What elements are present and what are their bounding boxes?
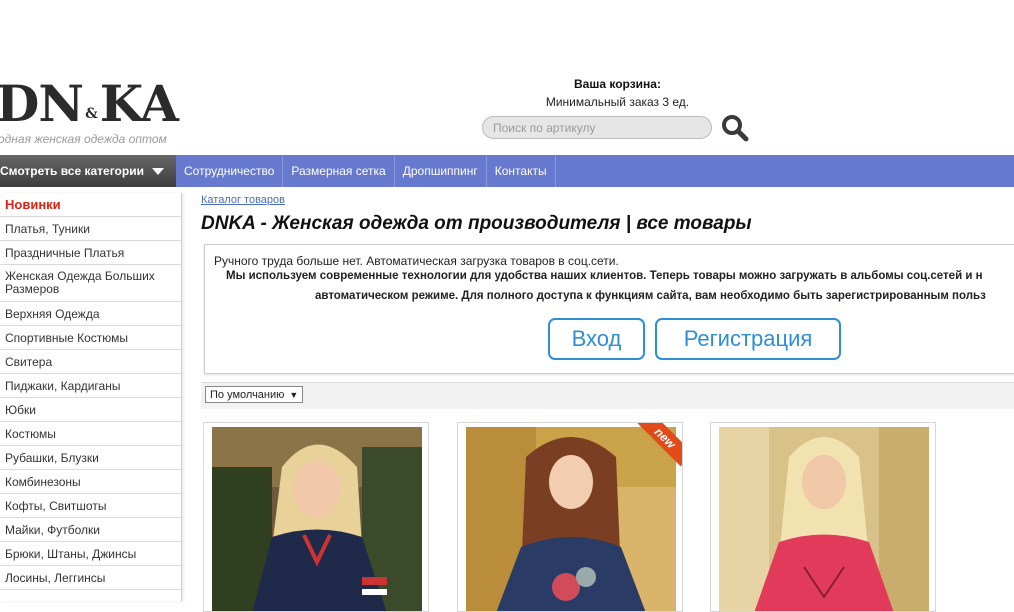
notice-line-3: автоматическом режиме. Для полного досту… <box>315 290 986 302</box>
site-logo[interactable]: DN &KA одная женская одежда оптом <box>0 76 180 146</box>
notice-line-2: Мы используем современные технологии для… <box>226 270 983 282</box>
sort-select[interactable]: По умолчанию ▼ <box>205 386 304 403</box>
logo-tagline: одная женская одежда оптом <box>0 132 167 146</box>
cart-title[interactable]: Ваша корзина: <box>540 77 695 91</box>
social-upload-notice: Ручного труда больше нет. Автоматическая… <box>204 244 1014 374</box>
nav-link-size-chart[interactable]: Размерная сетка <box>283 155 395 187</box>
sort-bar <box>201 382 1014 409</box>
sort-select-value: По умолчанию <box>210 388 285 401</box>
search-input[interactable] <box>482 116 712 139</box>
sidebar-item-shirts-blouses[interactable]: Рубашки, Блузки <box>0 446 181 470</box>
sidebar-item-suits[interactable]: Костюмы <box>0 422 181 446</box>
sidebar-item-skirts[interactable]: Юбки <box>0 398 181 422</box>
product-card[interactable] <box>203 422 429 612</box>
cart-min-order: Минимальный заказ 3 ед. <box>545 95 690 109</box>
register-button[interactable]: Регистрация <box>655 318 841 360</box>
sidebar-item-jackets-cardigans[interactable]: Пиджаки, Кардиганы <box>0 374 181 398</box>
sidebar-item-tshirts[interactable]: Майки, Футболки <box>0 518 181 542</box>
sidebar-item-sport-suits[interactable]: Спортивные Костюмы <box>0 326 181 350</box>
nav-link-cooperation[interactable]: Сотрудничество <box>176 155 284 187</box>
sidebar-item-pants-jeans[interactable]: Брюки, Штаны, Джинсы <box>0 542 181 566</box>
login-button[interactable]: Вход <box>548 318 645 360</box>
all-categories-label: Смотреть все категории <box>0 164 144 178</box>
product-card[interactable] <box>710 422 936 612</box>
breadcrumb-catalog[interactable]: Каталог товаров <box>201 194 285 206</box>
sidebar-item-plus-size[interactable]: Женская Одежда Больших Размеров <box>0 265 181 302</box>
nav-links: Сотрудничество Размерная сетка Дропшиппи… <box>176 155 556 187</box>
product-photo[interactable] <box>719 427 929 611</box>
sidebar-item-sweatshirts[interactable]: Кофты, Свитшоты <box>0 494 181 518</box>
product-photo[interactable] <box>466 427 676 611</box>
product-photo[interactable] <box>212 427 422 611</box>
sidebar-item-leggings[interactable]: Лосины, Леггинсы <box>0 566 181 590</box>
all-categories-button[interactable]: Смотреть все категории <box>0 155 176 187</box>
sidebar-item-new[interactable]: Новинки <box>0 193 181 217</box>
page-title: DNKA - Женская одежда от производителя |… <box>201 213 752 234</box>
sidebar-item-outerwear[interactable]: Верхняя Одежда <box>0 302 181 326</box>
nav-link-contacts[interactable]: Контакты <box>487 155 556 187</box>
sidebar-item-dresses-tunics[interactable]: Платья, Туники <box>0 217 181 241</box>
nav-link-dropshipping[interactable]: Дропшиппинг <box>395 155 487 187</box>
logo-wordmark: DN &KA <box>0 76 179 133</box>
dropdown-arrow-icon: ▼ <box>289 389 299 400</box>
sidebar-item-party-dresses[interactable]: Праздничные Платья <box>0 241 181 265</box>
chevron-down-icon <box>151 167 164 175</box>
sidebar-item-sweaters[interactable]: Свитера <box>0 350 181 374</box>
sidebar-item-jumpsuits[interactable]: Комбинезоны <box>0 470 181 494</box>
product-card[interactable]: new <box>457 422 683 612</box>
notice-line-1: Ручного труда больше нет. Автоматическая… <box>214 254 619 268</box>
category-sidebar: Новинки Платья, Туники Праздничные Плать… <box>0 193 182 601</box>
search-icon[interactable] <box>720 113 750 143</box>
